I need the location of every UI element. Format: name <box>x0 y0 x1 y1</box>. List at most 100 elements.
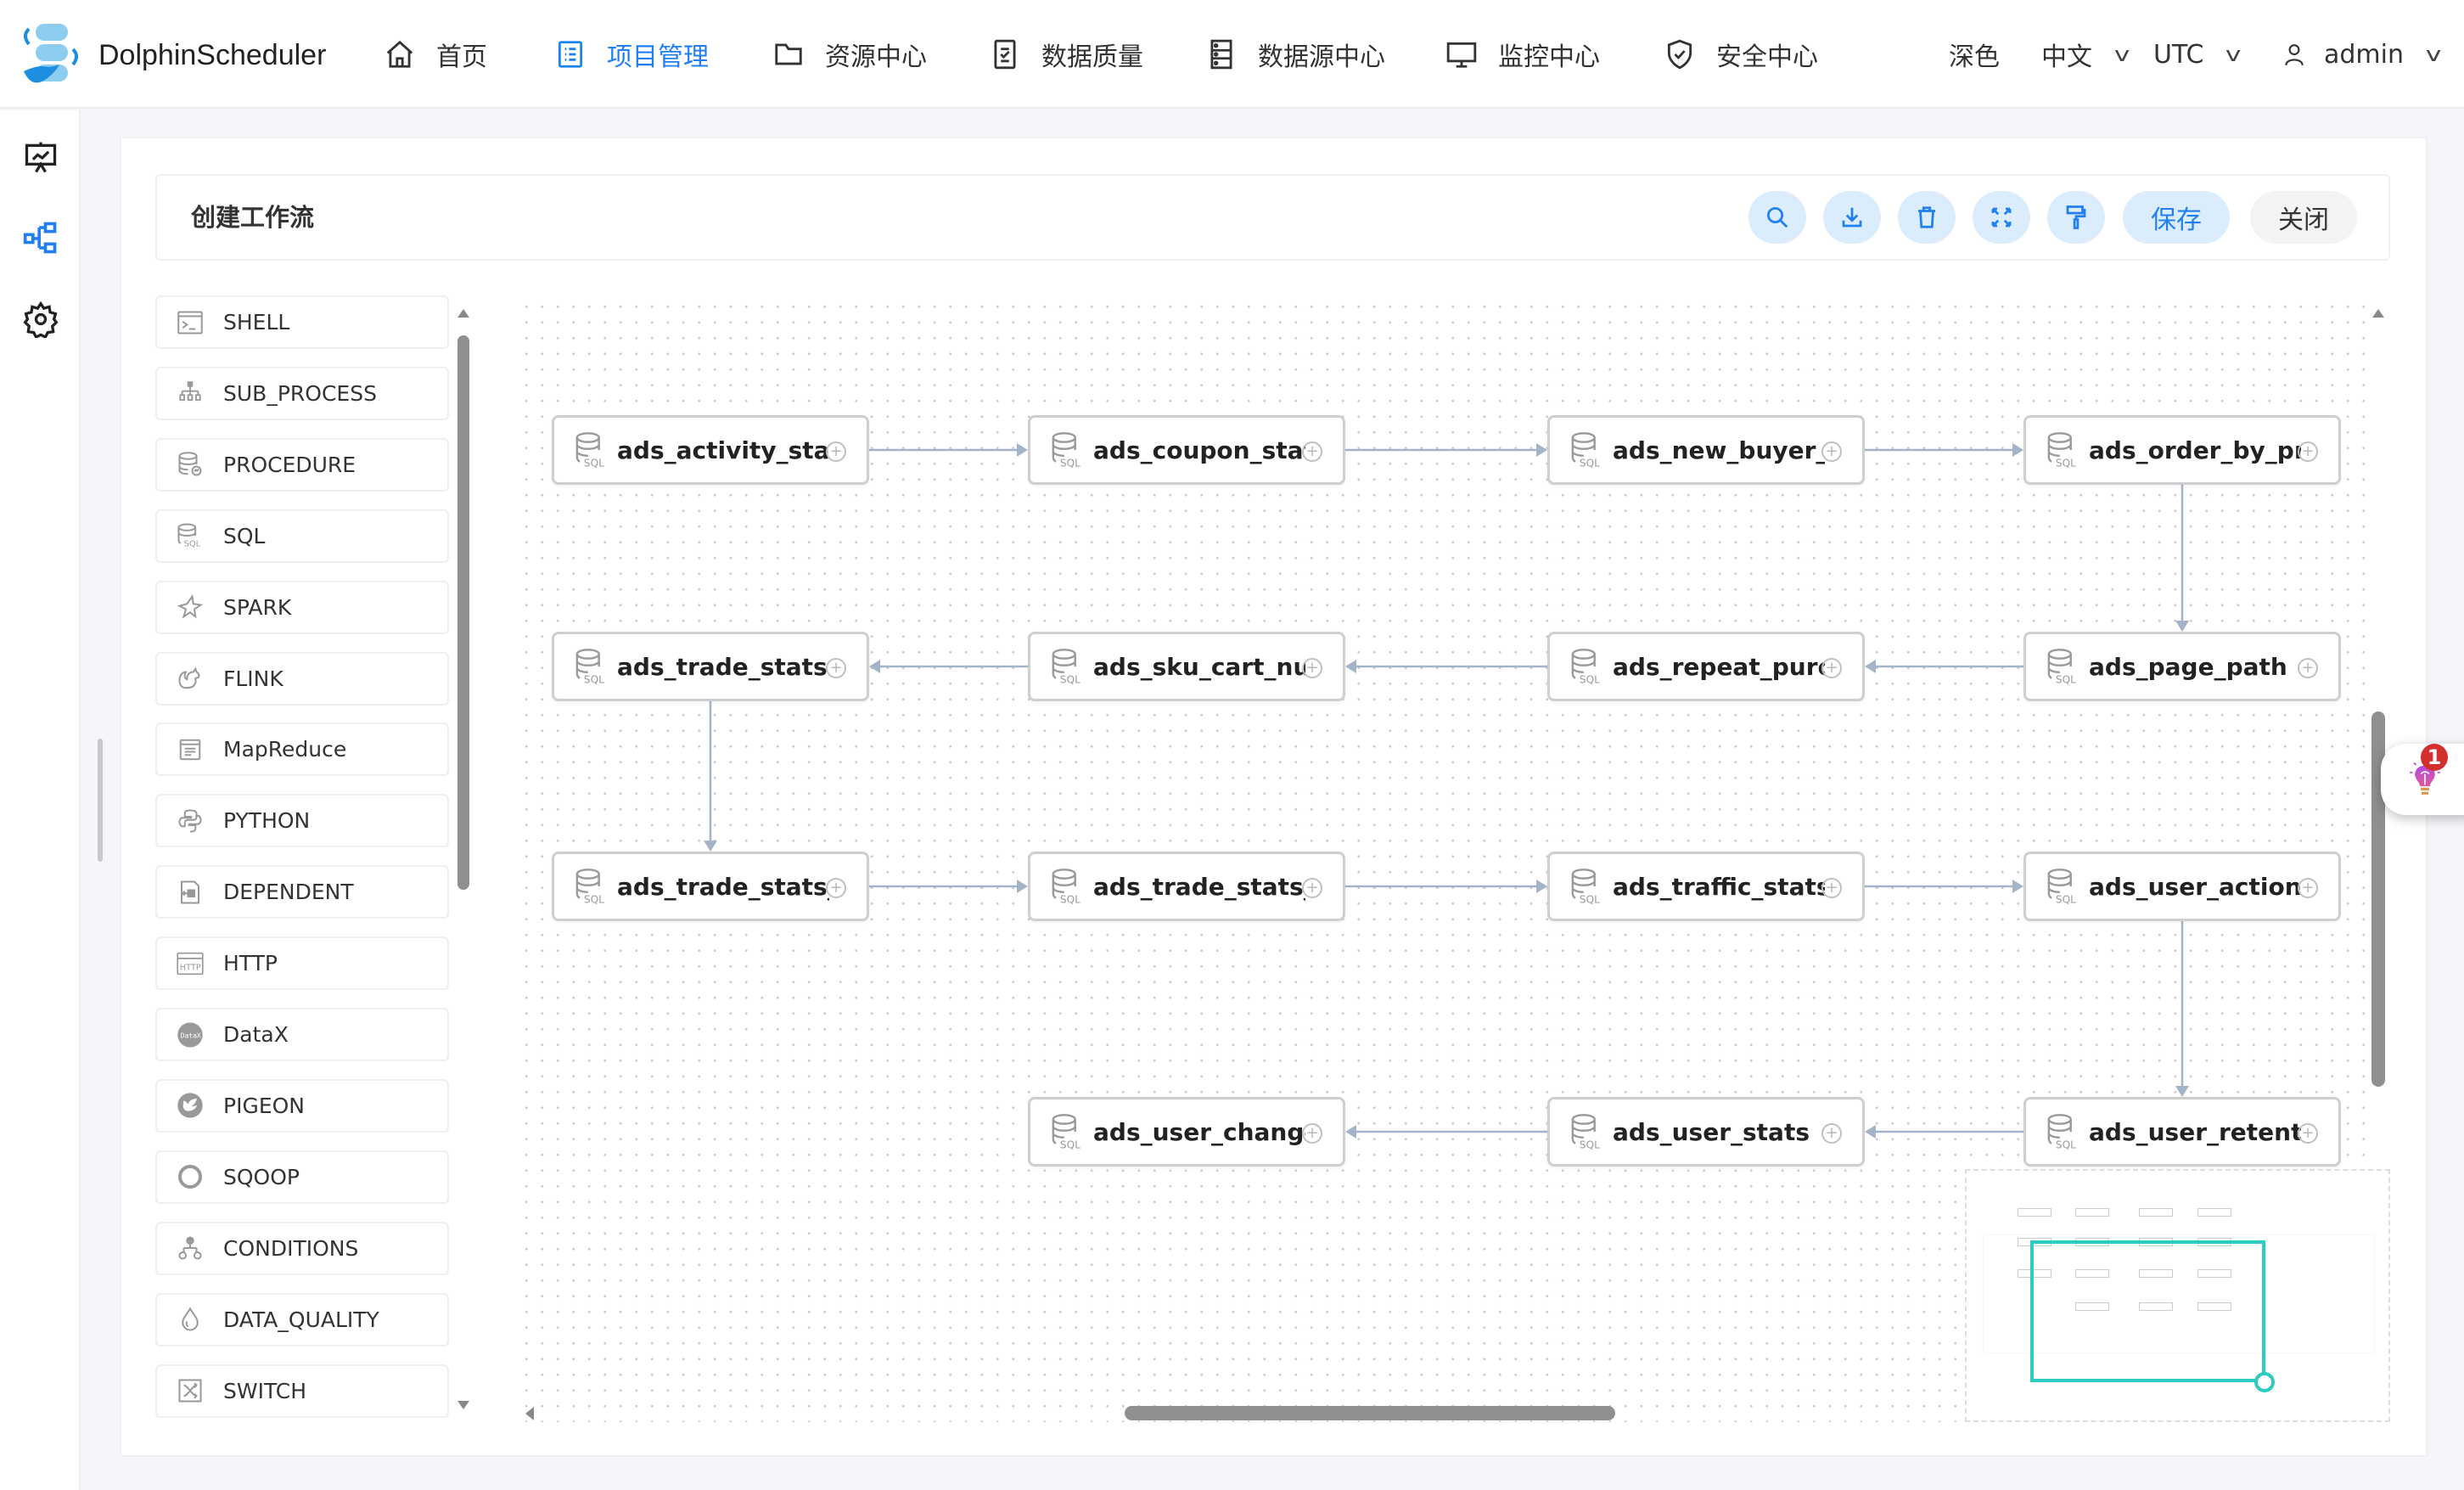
palette-item-pigeon[interactable]: PIGEON <box>155 1078 449 1133</box>
add-node-plus-icon[interactable]: + <box>1302 658 1322 678</box>
minimap-resize-handle[interactable] <box>2254 1372 2275 1392</box>
palette-item-procedure[interactable]: PROCEDURE <box>155 437 449 492</box>
add-node-plus-icon[interactable]: + <box>2298 441 2318 462</box>
palette-item-label: DataX <box>223 1022 289 1047</box>
svg-text:SQL: SQL <box>1580 673 1600 685</box>
sidebar-item-workflow-monitor[interactable] <box>20 138 61 178</box>
dag-node[interactable]: SQL ads_user_action + <box>2023 852 2341 921</box>
timezone-select[interactable]: UTC v <box>2153 0 2242 109</box>
palette-item-sub-process[interactable]: SUB_PROCESS <box>155 366 449 420</box>
add-node-plus-icon[interactable]: + <box>826 658 846 678</box>
add-node-plus-icon[interactable]: + <box>1821 658 1842 678</box>
page-title: 创建工作流 <box>191 203 315 232</box>
dag-node[interactable]: SQL ads_user_stats + <box>1547 1097 1865 1167</box>
minimap[interactable] <box>1965 1169 2390 1422</box>
save-button[interactable]: 保存 <box>2123 191 2230 244</box>
nav-data-quality[interactable]: 数据质量 <box>989 0 1143 109</box>
dag-node[interactable]: SQL ads_page_path + <box>2023 632 2341 701</box>
palette-item-datax[interactable]: DataX DataX <box>155 1008 449 1061</box>
dag-node[interactable]: SQL ads_trade_stats_by…+ <box>552 852 869 921</box>
nav-datasource-center[interactable]: 数据源中心 <box>1205 0 1385 109</box>
dag-node[interactable]: SQL ads_traffic_stats_...+ <box>1547 852 1865 921</box>
dag-node[interactable]: SQL ads_user_change + <box>1028 1097 1345 1167</box>
add-node-plus-icon[interactable]: + <box>2298 1123 2318 1144</box>
palette-item-python[interactable]: PYTHON <box>155 794 449 848</box>
canvas-scroll-left-icon[interactable] <box>524 1405 536 1422</box>
canvas-horizontal-scrollbar[interactable] <box>1125 1406 1615 1420</box>
palette-scroll-up-icon[interactable] <box>456 307 471 319</box>
search-button[interactable] <box>1748 191 1806 244</box>
palette-item-spark[interactable]: SPARK <box>155 580 449 634</box>
add-node-plus-icon[interactable]: + <box>1821 441 1842 462</box>
database-sql-icon: SQL <box>1569 430 1604 469</box>
dag-node[interactable]: SQL ads_sku_cart_num_t…+ <box>1028 632 1345 701</box>
trash-icon <box>1918 206 1935 228</box>
format-button[interactable] <box>2047 191 2105 244</box>
nav-label: 监控中心 <box>1498 42 1600 72</box>
top-header: DolphinScheduler 首页 项目管理 资源中心 数据质量 数据源中心… <box>0 0 2464 109</box>
add-node-plus-icon[interactable]: + <box>1302 441 1322 462</box>
palette-item-shell[interactable]: SHELL <box>155 295 449 349</box>
nav-security-center[interactable]: 安全中心 <box>1664 0 1818 109</box>
palette-item-label: SQL <box>223 523 266 548</box>
chevron-down-icon: v <box>2113 42 2130 66</box>
minimap-viewport[interactable] <box>2030 1240 2265 1382</box>
add-node-plus-icon[interactable]: + <box>1302 1123 1322 1144</box>
palette-item-label: SQOOP <box>223 1164 300 1189</box>
palette-scrollbar[interactable] <box>457 335 469 890</box>
svg-text:SQL: SQL <box>1060 673 1080 685</box>
squirrel-icon <box>176 664 205 693</box>
dag-node[interactable]: SQL ads_coupon_stats + <box>1028 415 1345 485</box>
palette-item-switch[interactable]: SWITCH <box>155 1363 449 1418</box>
palette-item-sql[interactable]: SQL SQL <box>155 509 449 563</box>
canvas-scroll-up-icon[interactable] <box>2371 307 2386 319</box>
palette-item-dependent[interactable]: DEPENDENT <box>155 865 449 919</box>
nav-resource-center[interactable]: 资源中心 <box>772 0 927 109</box>
palette-item-sqoop[interactable]: SQOOP <box>155 1150 449 1204</box>
add-node-plus-icon[interactable]: + <box>1821 878 1842 898</box>
minimap-node <box>2139 1208 2173 1217</box>
dag-node[interactable]: SQL ads_trade_stats + <box>552 632 869 701</box>
add-node-plus-icon[interactable]: + <box>2298 878 2318 898</box>
dag-node[interactable]: SQL ads_user_retention+ <box>2023 1097 2341 1167</box>
logo[interactable]: DolphinScheduler <box>17 20 326 90</box>
add-node-plus-icon[interactable]: + <box>2298 658 2318 678</box>
palette-item-label: FLINK <box>223 666 283 691</box>
add-node-plus-icon[interactable]: + <box>1821 1123 1842 1144</box>
dag-node[interactable]: SQL ads_new_buyer_stat…+ <box>1547 415 1865 485</box>
palette-item-data-quality[interactable]: DATA_QUALITY <box>155 1292 449 1347</box>
add-node-plus-icon[interactable]: + <box>1302 878 1322 898</box>
close-button[interactable]: 关闭 <box>2250 191 2357 244</box>
palette-item-mapreduce[interactable]: MapReduce <box>155 723 449 777</box>
language-select[interactable]: 中文 v <box>2041 0 2130 109</box>
dag-node[interactable]: SQL ads_repeat_purchas…+ <box>1547 632 1865 701</box>
svg-text:SQL: SQL <box>1060 457 1080 469</box>
delete-button[interactable] <box>1898 191 1956 244</box>
sidebar-item-settings[interactable] <box>20 299 61 340</box>
fullscreen-button[interactable] <box>1973 191 2030 244</box>
workflow-tree-icon <box>23 222 57 254</box>
palette-item-conditions[interactable]: CONDITIONS <box>155 1221 449 1275</box>
user-menu[interactable]: admin v <box>2283 0 2441 109</box>
dag-node[interactable]: SQL ads_order_by_provi…+ <box>2023 415 2341 485</box>
palette-scroll-down-icon[interactable] <box>456 1399 471 1411</box>
nav-project-management[interactable]: 项目管理 <box>554 0 709 109</box>
add-node-plus-icon[interactable]: + <box>826 441 846 462</box>
dag-node[interactable]: SQL ads_trade_stats_by…+ <box>1028 852 1345 921</box>
palette-item-http[interactable]: HTTP HTTP <box>155 936 449 991</box>
theme-toggle[interactable]: 深色 <box>1949 0 2000 109</box>
add-node-plus-icon[interactable]: + <box>826 878 846 898</box>
nav-monitor-center[interactable]: 监控中心 <box>1445 0 1600 109</box>
node-label: ads_traffic_stats_... <box>1613 872 1825 901</box>
dag-node[interactable]: SQL ads_activity_stats+ <box>552 415 869 485</box>
palette-item-flink[interactable]: FLINK <box>155 651 449 706</box>
svg-text:SQL: SQL <box>2056 1139 2076 1150</box>
download-button[interactable] <box>1823 191 1881 244</box>
hierarchy-icon <box>176 379 205 408</box>
sidebar-item-workflow-definition[interactable] <box>20 217 61 258</box>
svg-text:SQL: SQL <box>1580 893 1600 905</box>
theme-label: 深色 <box>1949 42 2000 72</box>
http-icon: HTTP <box>176 949 205 978</box>
nav-home[interactable]: 首页 <box>384 0 487 109</box>
sidebar-resize-handle[interactable] <box>98 739 103 862</box>
